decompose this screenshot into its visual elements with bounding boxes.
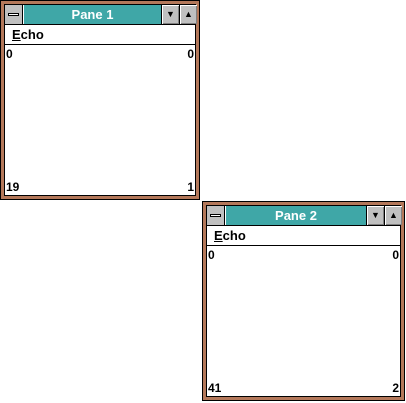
pane-1-minimize-button[interactable]: ▼: [161, 5, 179, 24]
pane-1-client-area[interactable]: 0 0 19 1: [5, 45, 195, 195]
pane-2-top-left-value: 0: [208, 248, 215, 262]
maximize-arrow-icon: ▲: [389, 210, 398, 220]
pane-2-title: Pane 2: [226, 206, 366, 225]
minimize-arrow-icon: ▼: [166, 9, 175, 19]
pane-2-bottom-right-value: 2: [392, 381, 399, 395]
pane-2-minimize-button[interactable]: ▼: [366, 206, 384, 225]
pane-1-system-menu-button[interactable]: [5, 5, 23, 24]
pane-2-maximize-button[interactable]: ▲: [384, 206, 402, 225]
pane-2-system-menu-button[interactable]: [207, 206, 225, 225]
pane-1-menu-echo[interactable]: Echo: [12, 26, 44, 43]
minimize-arrow-icon: ▼: [371, 210, 380, 220]
maximize-arrow-icon: ▲: [184, 9, 193, 19]
pane-2-bottom-left-value: 41: [208, 381, 222, 395]
pane-1-titlebar[interactable]: Pane 1 ▼ ▲: [5, 5, 197, 25]
system-menu-icon: [8, 13, 19, 16]
pane-1-menubar: Echo: [5, 25, 195, 45]
pane-2-titlebar[interactable]: Pane 2 ▼ ▲: [207, 206, 402, 226]
pane-1-bottom-left-value: 19: [6, 180, 20, 194]
pane-1-frame: Pane 1 ▼ ▲ Echo 0 0 19 1: [4, 4, 197, 196]
pane-2-menubar: Echo: [207, 226, 400, 246]
pane-1-title: Pane 1: [24, 5, 161, 24]
echo-label-rest: cho: [20, 27, 44, 42]
pane-2-window: Pane 2 ▼ ▲ Echo 0 0 41 2: [202, 201, 405, 401]
pane-1-bottom-right-value: 1: [187, 180, 194, 194]
pane-2-top-right-value: 0: [392, 248, 399, 262]
pane-1-top-left-value: 0: [6, 47, 13, 61]
pane-2-frame: Pane 2 ▼ ▲ Echo 0 0 41 2: [206, 205, 402, 397]
pane-2-client-area[interactable]: 0 0 41 2: [207, 246, 400, 396]
echo-label-rest: cho: [222, 228, 246, 243]
pane-1-window: Pane 1 ▼ ▲ Echo 0 0 19 1: [0, 0, 200, 200]
pane-1-top-right-value: 0: [187, 47, 194, 61]
pane-2-menu-echo[interactable]: Echo: [214, 227, 246, 244]
echo-mnemonic: E: [12, 27, 21, 42]
pane-1-maximize-button[interactable]: ▲: [179, 5, 197, 24]
system-menu-icon: [210, 214, 221, 217]
echo-mnemonic: E: [214, 228, 223, 243]
